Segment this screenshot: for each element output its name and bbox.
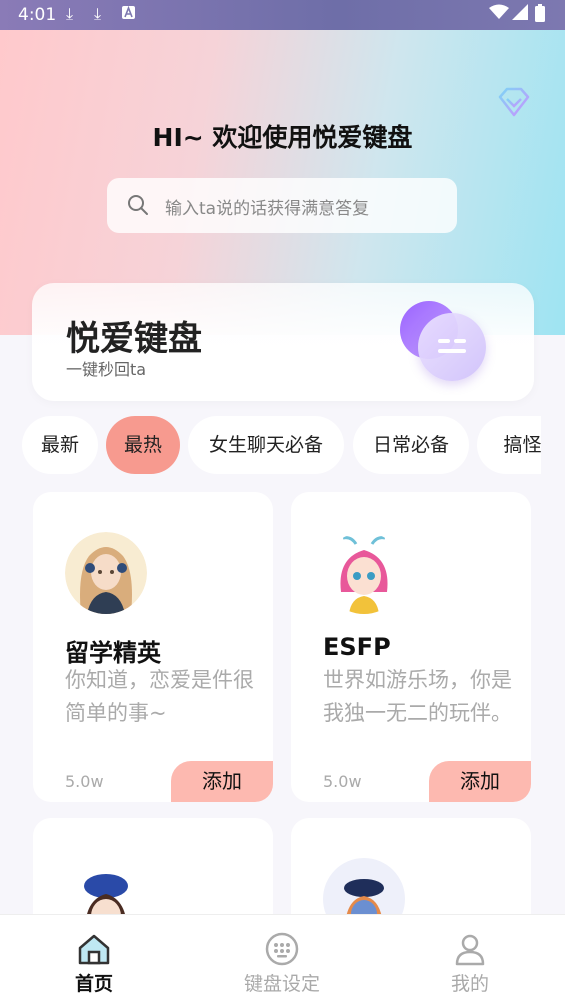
- download-icon: ⤓: [66, 4, 74, 23]
- search-placeholder: 输入ta说的话获得满意答复: [165, 199, 370, 219]
- status-bar: 4:01 ⤓ ⤓: [0, 0, 565, 30]
- nav-mine[interactable]: 我的: [376, 915, 564, 1005]
- card-description: 你知道，恋爱是件很简单的事~: [65, 668, 254, 725]
- card-name: ESFP: [323, 633, 391, 661]
- avatar: [65, 532, 147, 614]
- card-usage-count: 5.0w: [65, 772, 104, 791]
- nav-mine-label: 我的: [450, 973, 489, 995]
- battery-icon: [535, 4, 545, 26]
- app-notification-icon: [122, 4, 136, 23]
- add-button[interactable]: 添加: [429, 761, 531, 802]
- tab-hottest[interactable]: 最热: [106, 416, 180, 474]
- wifi-icon: [489, 4, 509, 24]
- vip-diamond-icon[interactable]: [496, 84, 532, 120]
- feature-card-subtitle: 一键秒回ta: [66, 360, 147, 379]
- card-name: 留学精英: [65, 639, 161, 667]
- feature-card-title: 悦爱键盘: [66, 319, 202, 359]
- tab-girls-chat[interactable]: 女生聊天必备: [188, 416, 344, 474]
- keyboard-feature-card[interactable]: 悦爱键盘 一键秒回ta: [32, 283, 534, 401]
- search-bar[interactable]: 输入ta说的话获得满意答复: [107, 178, 457, 233]
- keyboard-icon: [265, 932, 299, 966]
- keyboard-card-study-elite[interactable]: 留学精英 你知道，恋爱是件很简单的事~ 5.0w 添加: [33, 492, 273, 802]
- card-usage-count: 5.0w: [323, 772, 362, 791]
- avatar: [323, 532, 405, 614]
- tab-funny[interactable]: 搞怪幽: [477, 416, 541, 474]
- nav-keyboard-settings[interactable]: 键盘设定: [188, 915, 376, 1005]
- download-icon: ⤓: [94, 4, 102, 23]
- bottom-navigation: 首页 键盘设定 我的: [0, 914, 565, 1005]
- nav-home-label: 首页: [74, 973, 113, 995]
- status-time: 4:01: [18, 5, 57, 25]
- tab-daily[interactable]: 日常必备: [353, 416, 469, 474]
- card-description: 世界如游乐场，你是我独一无二的玩伴。: [323, 668, 512, 725]
- nav-keyboard-settings-label: 键盘设定: [243, 973, 320, 995]
- nav-home[interactable]: 首页: [0, 915, 188, 1005]
- search-icon: [128, 195, 148, 215]
- keyboard-icon: [418, 313, 486, 381]
- page-title: HI~ 欢迎使用悦爱键盘: [152, 123, 413, 152]
- category-tabs: 最新 最热 女生聊天必备 日常必备 搞怪幽: [0, 416, 541, 476]
- home-icon: [78, 934, 110, 965]
- keyboard-card-esfp[interactable]: ESFP 世界如游乐场，你是我独一无二的玩伴。 5.0w 添加: [291, 492, 531, 802]
- tab-newest[interactable]: 最新: [22, 416, 98, 474]
- add-button[interactable]: 添加: [171, 761, 273, 802]
- signal-icon: [512, 4, 528, 24]
- user-icon: [455, 934, 485, 966]
